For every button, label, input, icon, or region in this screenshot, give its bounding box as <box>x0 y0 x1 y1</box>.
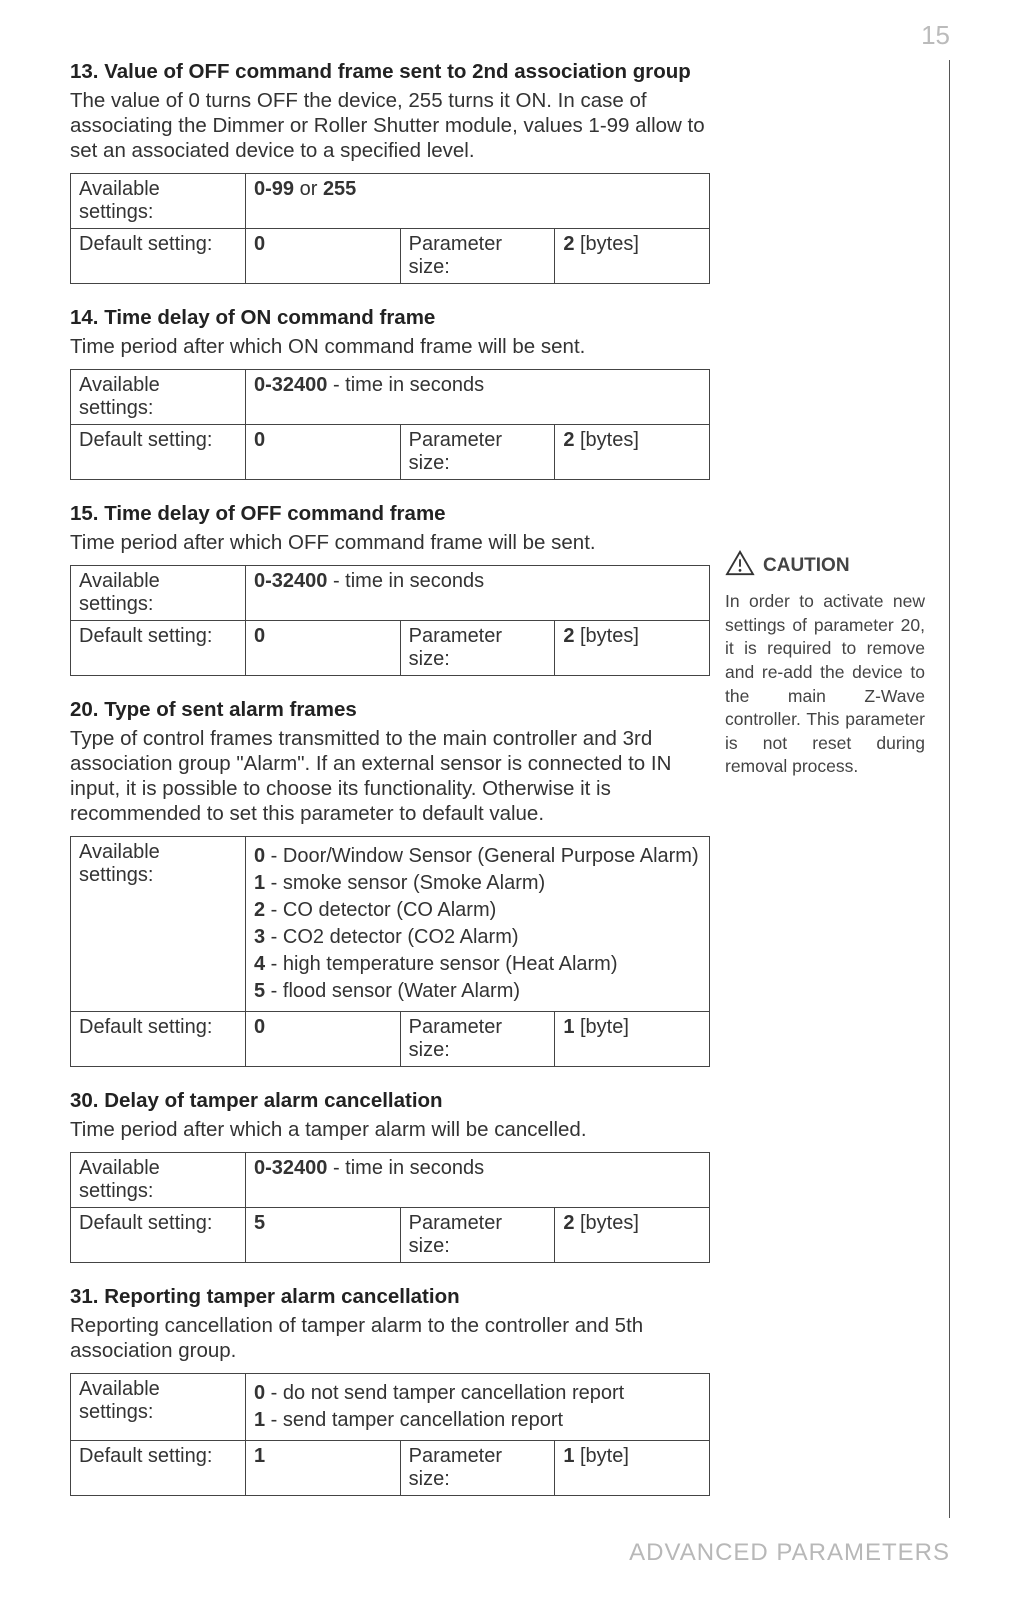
param-size-label: Parameter size: <box>400 1441 555 1496</box>
option-item: 5 - flood sensor (Water Alarm) <box>254 980 701 1003</box>
param-14-desc: Time period after which ON command frame… <box>70 334 710 359</box>
param-31-title: 31. Reporting tamper alarm cancellation <box>70 1285 710 1309</box>
caution-header: CAUTION <box>725 550 925 582</box>
param-15-avail-b: 0-32400 <box>254 570 327 592</box>
param-30-avail-rest: - time in seconds <box>327 1157 484 1179</box>
param-15-title: 15. Time delay of OFF command frame <box>70 502 710 526</box>
param-13-available: 0-99 or 255 <box>246 174 710 229</box>
param-20-block: 20. Type of sent alarm frames Type of co… <box>70 698 710 1067</box>
available-settings-label: Available settings: <box>71 566 246 621</box>
param-31-available: 0 - do not send tamper cancellation repo… <box>246 1374 710 1441</box>
param-15-default: 0 <box>246 621 401 676</box>
option-item: 1 - smoke sensor (Smoke Alarm) <box>254 872 701 895</box>
param-31-size: 1 [byte] <box>555 1441 710 1496</box>
param-14-default: 0 <box>246 425 401 480</box>
param-31-size-unit: [byte] <box>574 1445 628 1467</box>
option-item: 3 - CO2 detector (CO2 Alarm) <box>254 926 701 949</box>
available-settings-label: Available settings: <box>71 174 246 229</box>
available-settings-label: Available settings: <box>71 837 246 1012</box>
param-30-avail-b: 0-32400 <box>254 1157 327 1179</box>
param-14-size-b: 2 <box>563 429 574 451</box>
param-31-default: 1 <box>246 1441 401 1496</box>
available-settings-label: Available settings: <box>71 370 246 425</box>
param-20-size-b: 1 <box>563 1016 574 1038</box>
param-30-default: 5 <box>246 1208 401 1263</box>
param-15-available: 0-32400 - time in seconds <box>246 566 710 621</box>
param-31-block: 31. Reporting tamper alarm cancellation … <box>70 1285 710 1496</box>
param-14-avail-rest: - time in seconds <box>327 374 484 396</box>
param-size-label: Parameter size: <box>400 1012 555 1067</box>
param-14-title: 14. Time delay of ON command frame <box>70 306 710 330</box>
param-31-desc: Reporting cancellation of tamper alarm t… <box>70 1313 710 1363</box>
param-size-label: Parameter size: <box>400 425 555 480</box>
param-30-available: 0-32400 - time in seconds <box>246 1153 710 1208</box>
param-14-available: 0-32400 - time in seconds <box>246 370 710 425</box>
option-item: 2 - CO detector (CO Alarm) <box>254 899 701 922</box>
param-13-default: 0 <box>246 229 401 284</box>
param-30-block: 30. Delay of tamper alarm cancellation T… <box>70 1089 710 1263</box>
param-30-table: Available settings: 0-32400 - time in se… <box>70 1152 710 1263</box>
option-item: 1 - send tamper cancellation report <box>254 1409 701 1432</box>
footer-section-title: ADVANCED PARAMETERS <box>629 1539 950 1567</box>
param-20-table: Available settings: 0 - Door/Window Sens… <box>70 836 710 1067</box>
param-13-avail-b1: 0-99 <box>254 178 294 200</box>
option-item: 4 - high temperature sensor (Heat Alarm) <box>254 953 701 976</box>
param-30-size-unit: [bytes] <box>574 1212 638 1234</box>
param-13-avail-b2: 255 <box>323 178 356 200</box>
default-setting-label: Default setting: <box>71 1208 246 1263</box>
param-13-table: Available settings: 0-99 or 255 Default … <box>70 173 710 284</box>
caution-icon <box>725 550 755 582</box>
param-14-size: 2 [bytes] <box>555 425 710 480</box>
default-setting-label: Default setting: <box>71 1441 246 1496</box>
default-setting-label: Default setting: <box>71 1012 246 1067</box>
param-31-table: Available settings: 0 - do not send tamp… <box>70 1373 710 1496</box>
param-30-size-b: 2 <box>563 1212 574 1234</box>
param-15-size-unit: [bytes] <box>574 625 638 647</box>
param-30-desc: Time period after which a tamper alarm w… <box>70 1117 710 1142</box>
param-20-default: 0 <box>246 1012 401 1067</box>
page-number: 15 <box>921 20 950 51</box>
param-20-desc: Type of control frames transmitted to th… <box>70 726 710 826</box>
available-settings-label: Available settings: <box>71 1374 246 1441</box>
default-setting-label: Default setting: <box>71 621 246 676</box>
main-column: 13. Value of OFF command frame sent to 2… <box>70 60 710 1518</box>
param-13-desc: The value of 0 turns OFF the device, 255… <box>70 88 710 163</box>
param-13-size-b: 2 <box>563 233 574 255</box>
param-size-label: Parameter size: <box>400 1208 555 1263</box>
content-wrapper: 13. Value of OFF command frame sent to 2… <box>70 60 950 1518</box>
param-14-size-unit: [bytes] <box>574 429 638 451</box>
param-15-avail-rest: - time in seconds <box>327 570 484 592</box>
param-15-desc: Time period after which OFF command fram… <box>70 530 710 555</box>
param-15-table: Available settings: 0-32400 - time in se… <box>70 565 710 676</box>
side-column: CAUTION In order to activate new setting… <box>725 60 925 1518</box>
param-20-available: 0 - Door/Window Sensor (General Purpose … <box>246 837 710 1012</box>
param-15-block: 15. Time delay of OFF command frame Time… <box>70 502 710 676</box>
param-14-avail-b: 0-32400 <box>254 374 327 396</box>
param-20-title: 20. Type of sent alarm frames <box>70 698 710 722</box>
param-31-size-b: 1 <box>563 1445 574 1467</box>
param-13-title: 13. Value of OFF command frame sent to 2… <box>70 60 710 84</box>
param-20-size: 1 [byte] <box>555 1012 710 1067</box>
param-14-table: Available settings: 0-32400 - time in se… <box>70 369 710 480</box>
param-13-size: 2 [bytes] <box>555 229 710 284</box>
caution-text: In order to activate new settings of par… <box>725 590 925 779</box>
param-20-size-unit: [byte] <box>574 1016 628 1038</box>
param-14-block: 14. Time delay of ON command frame Time … <box>70 306 710 480</box>
param-15-size-b: 2 <box>563 625 574 647</box>
param-30-size: 2 [bytes] <box>555 1208 710 1263</box>
param-size-label: Parameter size: <box>400 621 555 676</box>
param-13-block: 13. Value of OFF command frame sent to 2… <box>70 60 710 284</box>
available-settings-label: Available settings: <box>71 1153 246 1208</box>
param-size-label: Parameter size: <box>400 229 555 284</box>
default-setting-label: Default setting: <box>71 425 246 480</box>
caution-box: CAUTION In order to activate new setting… <box>725 550 925 779</box>
param-30-title: 30. Delay of tamper alarm cancellation <box>70 1089 710 1113</box>
option-item: 0 - Door/Window Sensor (General Purpose … <box>254 845 701 868</box>
default-setting-label: Default setting: <box>71 229 246 284</box>
param-13-size-unit: [bytes] <box>574 233 638 255</box>
option-item: 0 - do not send tamper cancellation repo… <box>254 1382 701 1405</box>
caution-title: CAUTION <box>763 555 850 577</box>
param-15-size: 2 [bytes] <box>555 621 710 676</box>
param-13-avail-mid: or <box>294 178 323 200</box>
